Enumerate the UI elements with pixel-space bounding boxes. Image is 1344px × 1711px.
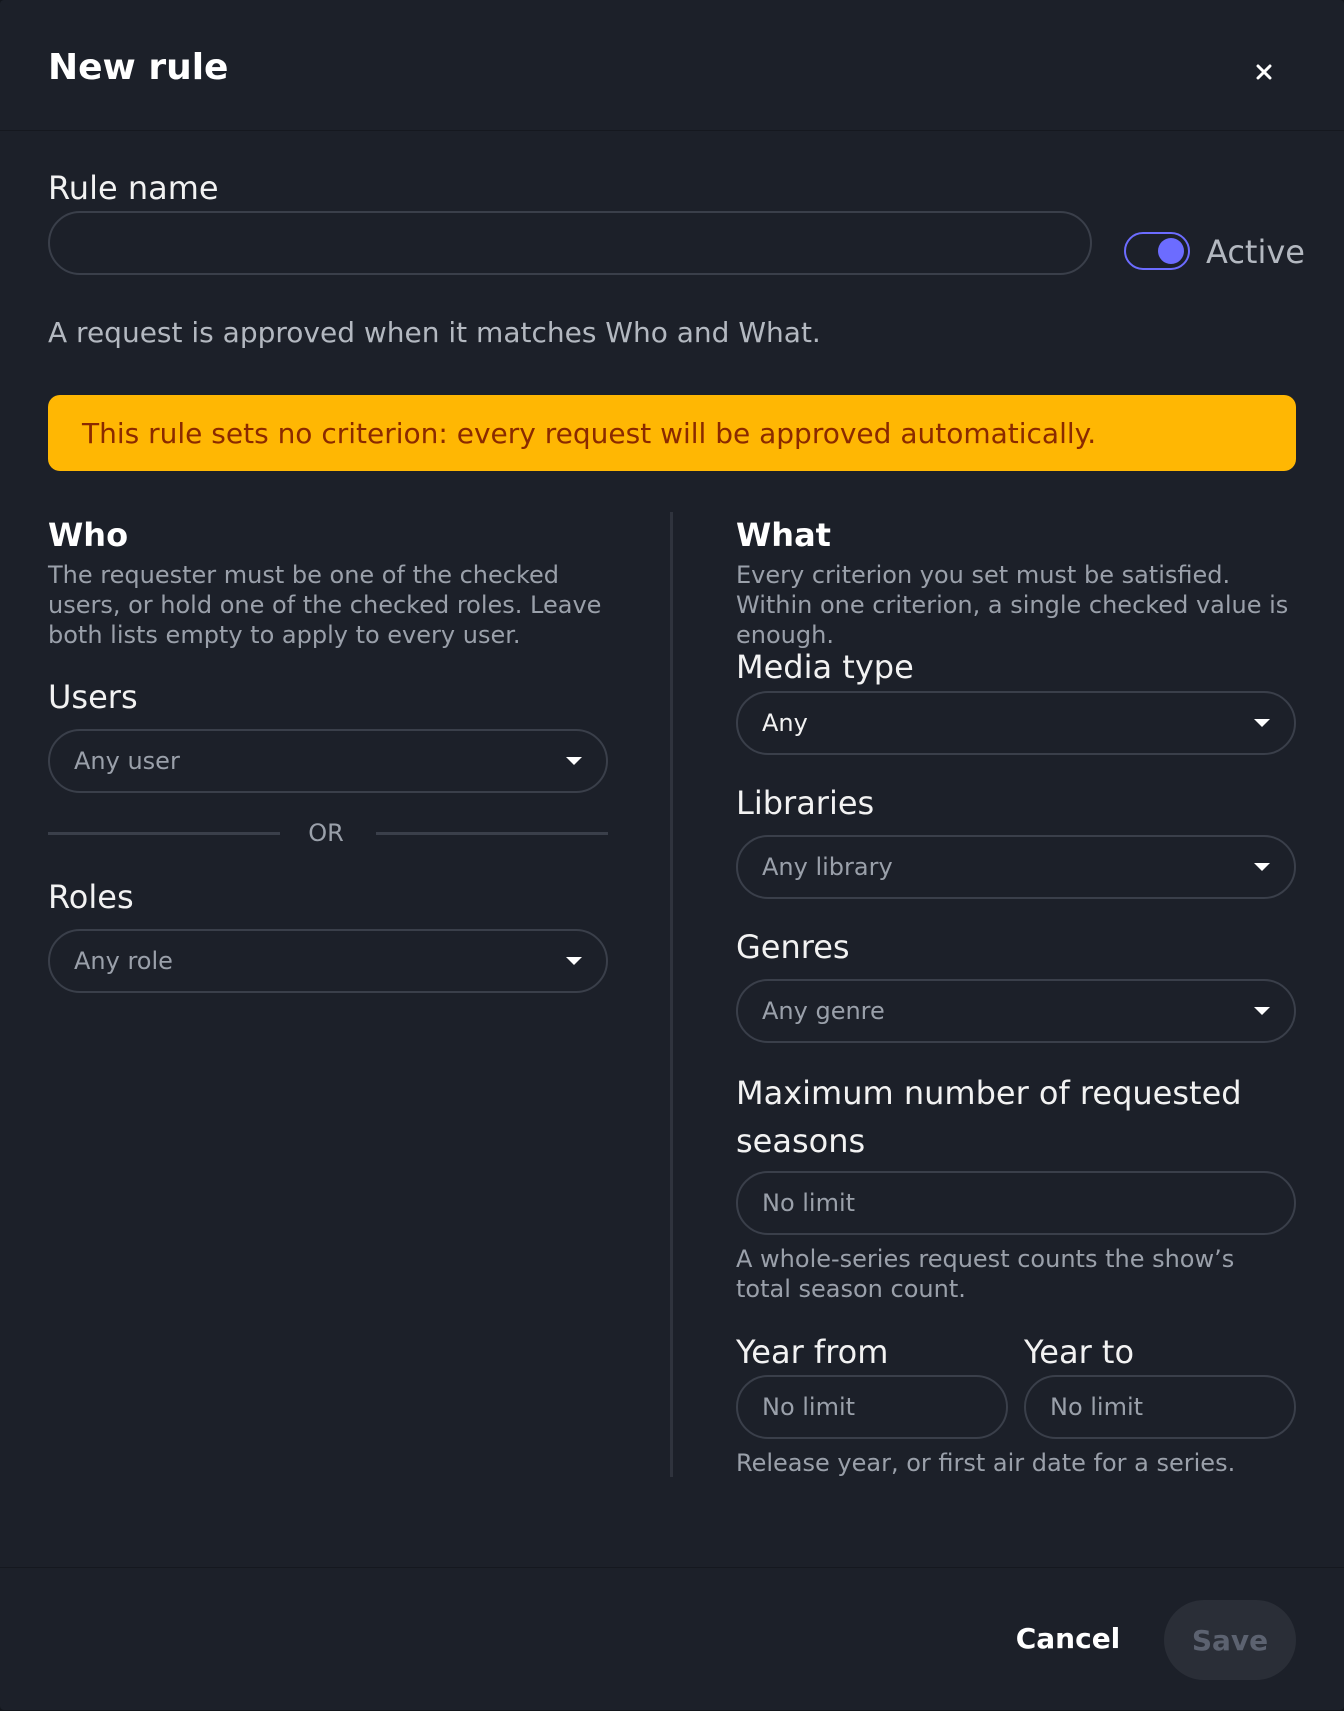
libraries-select[interactable]: Any library [736,835,1296,899]
new-rule-dialog: New rule Rule name Active A request is a… [0,0,1344,1710]
libraries-select-value: Any library [762,853,893,881]
who-description: The requester must be one of the checked… [48,561,602,649]
chevron-down-icon [1254,719,1270,727]
genres-select-value: Any genre [762,997,885,1025]
or-line-left [48,832,280,835]
save-button[interactable]: Save [1164,1600,1296,1680]
toggle-knob [1158,238,1184,264]
chevron-down-icon [566,757,582,765]
dialog-title: New rule [48,47,229,88]
media-type-select-value: Any [762,709,808,737]
users-label: Users [48,678,138,716]
max-seasons-input[interactable] [736,1171,1296,1235]
intro-text: A request is approved when it matches Wh… [48,316,821,349]
year-help: Release year, or first air date for a se… [736,1449,1236,1477]
or-line-right [376,832,608,835]
or-divider: OR [48,816,608,850]
what-title: What [736,516,831,554]
active-label: Active [1206,233,1305,271]
year-from-label: Year from [736,1333,889,1371]
warning-banner: This rule sets no criterion: every reque… [48,395,1296,471]
close-icon [1256,64,1272,80]
dialog-header: New rule [0,0,1344,131]
rule-name-label: Rule name [48,169,219,207]
users-select-value: Any user [74,747,180,775]
active-toggle[interactable] [1124,232,1190,270]
chevron-down-icon [1254,863,1270,871]
roles-select-value: Any role [74,947,173,975]
year-from-input[interactable] [736,1375,1008,1439]
what-description: Every criterion you set must be satisfie… [736,561,1289,649]
dialog-footer [0,1567,1344,1711]
genres-label: Genres [736,928,850,966]
chevron-down-icon [1254,1007,1270,1015]
max-seasons-label: Maximum number of requested seasons [736,1074,1242,1160]
media-type-select[interactable]: Any [736,691,1296,755]
users-select[interactable]: Any user [48,729,608,793]
who-title: Who [48,516,129,554]
year-to-input[interactable] [1024,1375,1296,1439]
or-label: OR [308,819,344,847]
cancel-button[interactable]: Cancel [1008,1606,1128,1670]
genres-select[interactable]: Any genre [736,979,1296,1043]
chevron-down-icon [566,957,582,965]
close-button[interactable] [1240,52,1288,92]
libraries-label: Libraries [736,784,875,822]
max-seasons-help: A whole-series request counts the show’s… [736,1245,1235,1303]
warning-text: This rule sets no criterion: every reque… [82,416,1097,450]
roles-label: Roles [48,878,134,916]
roles-select[interactable]: Any role [48,929,608,993]
rule-name-input[interactable] [48,211,1092,275]
column-divider [670,512,673,1477]
year-to-label: Year to [1024,1333,1135,1371]
media-type-label: Media type [736,648,914,686]
